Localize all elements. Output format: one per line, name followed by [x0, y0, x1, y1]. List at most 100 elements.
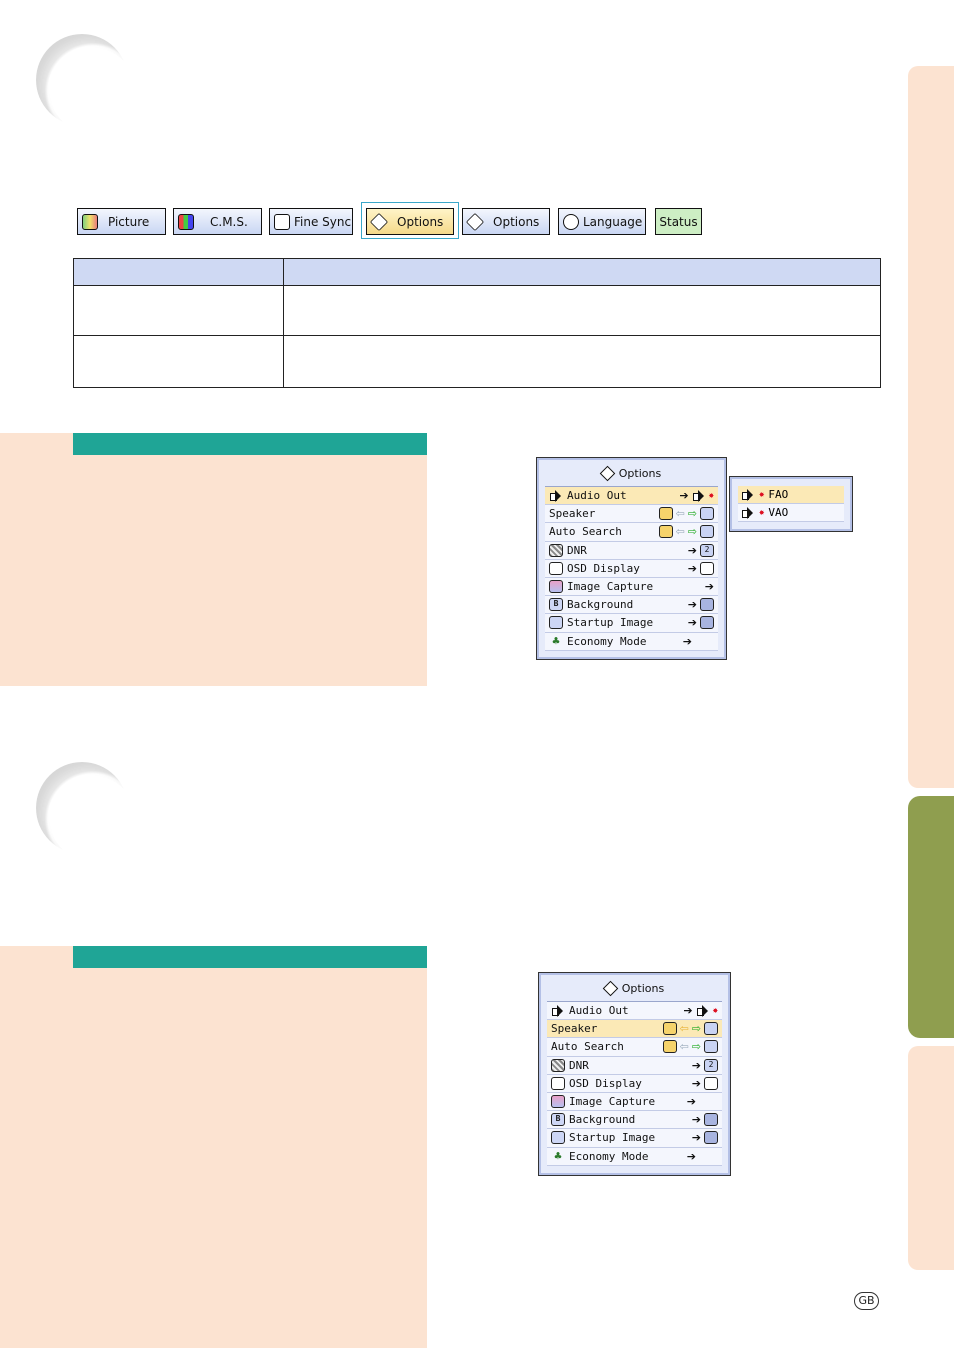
osd-title: Options: [537, 464, 726, 482]
arrow-right-icon: ➔: [679, 489, 689, 502]
options-icon: [602, 980, 619, 996]
on-toggle-icon: [658, 507, 673, 521]
osd-options-menu-top: Options Audio Out ➔ ✸ Speaker ⇦ ⇨ Auto Sea…: [536, 457, 727, 660]
tab-picture-label: Picture: [108, 214, 150, 229]
startup-image-icon: [549, 616, 563, 630]
audio-out-submenu: ✸ FAO ✸ VAO: [729, 476, 853, 532]
table-cell: [283, 335, 881, 388]
osd-item-label: Startup Image: [567, 616, 654, 630]
sprout-icon: ♣: [554, 1149, 562, 1164]
osd-item-label: DNR: [569, 1058, 589, 1072]
speech-bubble-icon: [563, 213, 579, 230]
osd-item-auto-search[interactable]: Auto Search ⇦ ⇨: [545, 523, 718, 542]
osd-title: Options: [539, 979, 730, 997]
arrow-left-icon: ⇦: [675, 525, 685, 539]
arrow-right-outline-icon: ⇨: [691, 1022, 701, 1036]
red-mark-icon: ✸: [759, 489, 765, 500]
options-icon: [465, 212, 485, 231]
arrow-left-icon: ⇦: [679, 1022, 689, 1036]
osd-item-startup-image[interactable]: Startup Image ➔: [545, 614, 718, 633]
osd-item-label: Background: [567, 598, 634, 612]
note-panel-1-header: [73, 433, 427, 455]
osd-title-label: Options: [618, 466, 662, 480]
dnr-icon: [549, 543, 563, 557]
table-cell: [73, 335, 284, 388]
osd-item-background[interactable]: B Background ➔: [547, 1111, 722, 1130]
tab-language[interactable]: Language: [558, 208, 646, 235]
off-toggle-icon: [700, 525, 714, 539]
dnr-icon: [551, 1058, 565, 1072]
arrow-right-icon: ➔: [704, 579, 714, 593]
osd-title-label: Options: [621, 981, 665, 995]
on-toggle-icon: [658, 525, 673, 539]
arrow-right-icon: ➔: [687, 598, 697, 612]
osd-item-label: Economy Mode: [567, 634, 647, 648]
osd-item-label: Audio Out: [569, 1004, 629, 1018]
osd-item-economy-mode[interactable]: ♣ Economy Mode ➔: [545, 632, 718, 651]
arrow-right-icon: ➔: [682, 634, 692, 648]
osd-item-audio-out[interactable]: Audio Out ➔ ✸: [545, 487, 718, 506]
osd-item-audio-out[interactable]: Audio Out ➔ ✸: [547, 1002, 722, 1021]
image-capture-icon: [551, 1095, 565, 1109]
osd-item-label: OSD Display: [567, 561, 640, 575]
startup-image-value-icon: [704, 1131, 718, 1145]
arrow-right-icon: ➔: [686, 1094, 696, 1108]
osd-item-label: Background: [569, 1113, 636, 1127]
note-panel-2-header: [73, 946, 427, 968]
picture-icon: [82, 213, 98, 230]
tab-fine-sync[interactable]: Fine Sync: [269, 208, 353, 235]
osd-item-dnr[interactable]: DNR ➔ 2: [545, 541, 718, 560]
osd-item-background[interactable]: B Background ➔: [545, 596, 718, 615]
arrow-right-icon: ➔: [683, 1004, 693, 1017]
osd-item-label: Audio Out: [567, 489, 627, 503]
tab-options-2-label: Options: [493, 214, 540, 229]
osd-item-osd-display[interactable]: OSD Display ➔: [547, 1074, 722, 1093]
osd-item-image-capture[interactable]: Image Capture ➔: [547, 1092, 722, 1112]
table-cell: [73, 285, 284, 336]
dnr-value-badge: 2: [704, 1058, 718, 1072]
tab-options-1[interactable]: Options: [366, 208, 454, 235]
tab-fine-sync-label: Fine Sync: [294, 214, 352, 229]
osd-item-label: Speaker: [551, 1022, 598, 1036]
image-capture-icon: [549, 580, 563, 594]
arrow-right-icon: ➔: [687, 543, 697, 557]
osd-item-speaker[interactable]: Speaker ⇦ ⇨: [547, 1020, 722, 1039]
tab-options-2[interactable]: Options: [462, 208, 550, 235]
arrow-right-outline-icon: ⇨: [691, 1040, 701, 1054]
arrow-right-icon: ➔: [691, 1113, 701, 1127]
osd-item-label: Startup Image: [569, 1131, 656, 1145]
osd-display-value-icon: [700, 561, 714, 575]
osd-item-startup-image[interactable]: Startup Image ➔: [547, 1129, 722, 1148]
osd-item-speaker[interactable]: Speaker ⇦ ⇨: [545, 505, 718, 524]
osd-display-value-icon: [704, 1076, 718, 1090]
submenu-item-vao[interactable]: ✸ VAO: [738, 504, 844, 522]
startup-image-icon: [551, 1131, 565, 1145]
sprout-icon: ♣: [552, 634, 560, 649]
speaker-icon: [551, 1004, 565, 1017]
osd-item-economy-mode[interactable]: ♣ Economy Mode ➔: [547, 1147, 722, 1166]
osd-display-icon: [549, 561, 563, 575]
speaker-icon: [741, 506, 755, 519]
options-icon: [369, 212, 389, 231]
tab-picture[interactable]: Picture: [77, 208, 166, 235]
speaker-icon: [549, 489, 563, 502]
osd-item-osd-display[interactable]: OSD Display ➔: [545, 559, 718, 578]
fine-sync-icon: [274, 213, 290, 230]
region-badge: GB: [854, 1292, 879, 1310]
tab-status[interactable]: Status: [655, 208, 702, 235]
arrow-right-icon: ➔: [687, 561, 697, 575]
osd-item-label: Auto Search: [551, 1040, 624, 1054]
dnr-value-badge: 2: [700, 543, 714, 557]
osd-options-menu-bottom: Options Audio Out ➔ ✸ Speaker ⇦ ⇨ Auto Sea…: [538, 972, 731, 1176]
tab-cms[interactable]: C.M.S.: [173, 208, 262, 235]
osd-item-auto-search[interactable]: Auto Search ⇦ ⇨: [547, 1038, 722, 1057]
table-row: [73, 285, 881, 336]
options-table: [73, 258, 881, 388]
submenu-item-fao[interactable]: ✸ FAO: [738, 486, 844, 504]
tab-options-1-label: Options: [397, 214, 444, 229]
osd-item-dnr[interactable]: DNR ➔ 2: [547, 1056, 722, 1075]
osd-item-image-capture[interactable]: Image Capture ➔: [545, 577, 718, 597]
arrow-right-icon: ➔: [691, 1076, 701, 1090]
osd-display-icon: [551, 1076, 565, 1090]
off-toggle-icon: [704, 1022, 718, 1036]
